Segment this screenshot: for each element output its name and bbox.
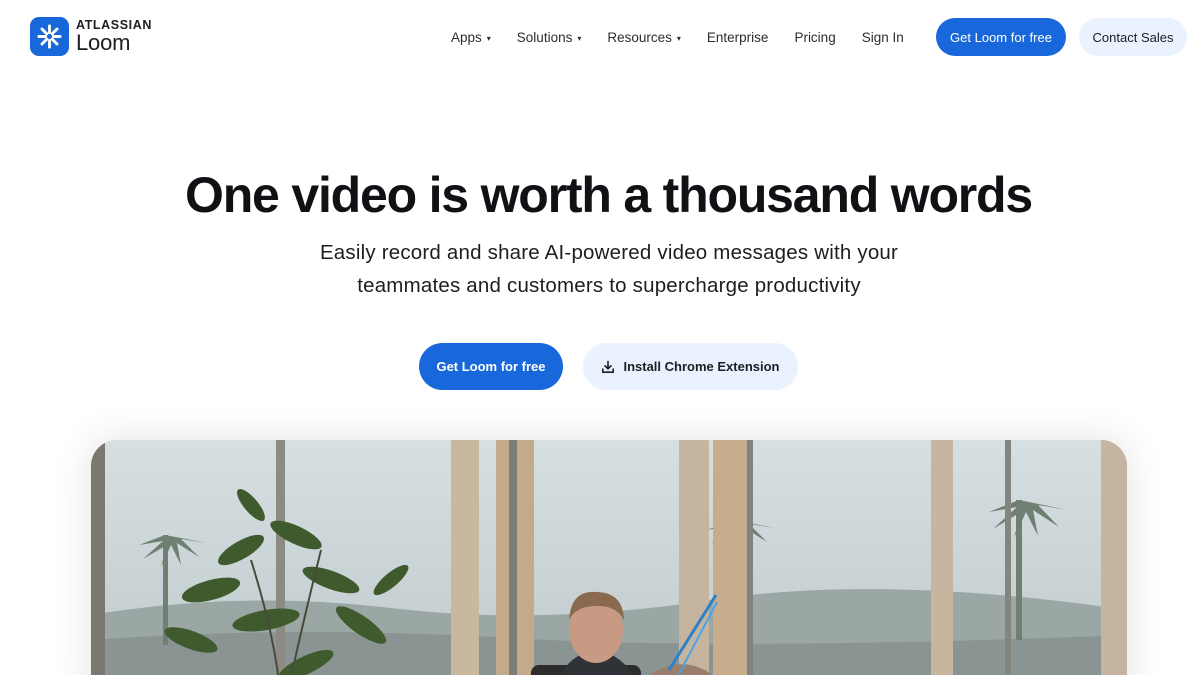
site-header: ATLASSIAN Loom Apps ▾ Solutions ▾ Resour… bbox=[0, 0, 1200, 75]
chevron-down-icon: ▾ bbox=[486, 33, 491, 43]
nav-enterprise[interactable]: Enterprise bbox=[707, 30, 769, 45]
install-chrome-extension-button[interactable]: Install Chrome Extension bbox=[583, 343, 798, 390]
hero-get-loom-button[interactable]: Get Loom for free bbox=[419, 343, 563, 390]
video-frame-illustration bbox=[91, 440, 1127, 675]
nav-solutions[interactable]: Solutions ▾ bbox=[517, 30, 582, 45]
nav-sign-in[interactable]: Sign In bbox=[862, 30, 904, 45]
nav-solutions-label: Solutions bbox=[516, 29, 573, 45]
hero-subtitle-line-1: Easily record and share AI-powered video… bbox=[319, 241, 899, 264]
loom-starburst-icon bbox=[30, 17, 69, 56]
nav-resources[interactable]: Resources ▾ bbox=[607, 30, 681, 45]
chevron-down-icon: ▾ bbox=[577, 33, 582, 43]
contact-sales-button[interactable]: Contact Sales bbox=[1079, 18, 1187, 56]
header-get-loom-button[interactable]: Get Loom for free bbox=[936, 18, 1066, 56]
install-chrome-extension-label: Install Chrome Extension bbox=[623, 359, 780, 374]
download-icon bbox=[601, 360, 615, 374]
nav-resources-label: Resources bbox=[607, 29, 672, 45]
hero-title: One video is worth a thousand words bbox=[185, 167, 1033, 223]
chevron-down-icon: ▾ bbox=[676, 33, 681, 43]
nav-pricing[interactable]: Pricing bbox=[794, 30, 835, 45]
loom-logo[interactable]: ATLASSIAN Loom bbox=[30, 17, 152, 56]
nav-apps-label: Apps bbox=[451, 29, 482, 45]
main-nav: Apps ▾ Solutions ▾ Resources ▾ Enterpris… bbox=[451, 27, 904, 47]
nav-apps[interactable]: Apps ▾ bbox=[451, 30, 491, 45]
hero-subtitle-line-2: teammates and customers to supercharge p… bbox=[357, 274, 861, 297]
hero-subtitle: Easily record and share AI-powered video… bbox=[259, 236, 959, 302]
logo-product-text: Loom bbox=[76, 30, 131, 56]
hero-video-preview[interactable] bbox=[91, 440, 1127, 675]
